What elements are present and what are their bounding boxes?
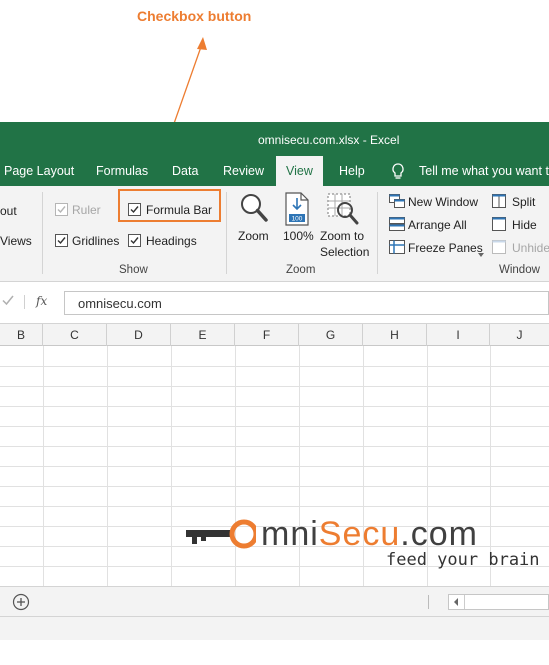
hide-button[interactable]: Hide	[512, 218, 537, 232]
unhide-icon[interactable]	[492, 240, 506, 257]
split-button[interactable]: Split	[512, 195, 535, 209]
zoom-to-selection-line1[interactable]: Zoom to	[320, 229, 364, 243]
new-window-icon[interactable]	[389, 194, 405, 211]
brand-part-2: Secu	[318, 515, 401, 553]
tab-review[interactable]: Review	[223, 156, 264, 186]
chevron-down-icon[interactable]	[478, 246, 484, 260]
column-header[interactable]: B	[0, 324, 43, 346]
tab-page-layout[interactable]: Page Layout	[4, 156, 74, 186]
column-header[interactable]: F	[235, 324, 299, 346]
zoom-100-icon[interactable]: 100	[283, 192, 311, 229]
watermark-tagline: feed your brain	[386, 550, 540, 570]
tab-formulas[interactable]: Formulas	[96, 156, 148, 186]
page-layout-view-button[interactable]: out	[0, 204, 17, 218]
ruler-checkbox[interactable]	[55, 203, 68, 216]
group-separator	[226, 192, 227, 274]
hide-icon[interactable]	[492, 217, 506, 234]
show-group-label: Show	[119, 264, 148, 276]
zoom-to-selection-icon[interactable]	[327, 192, 359, 229]
insert-function-icon[interactable]: fx	[36, 294, 47, 308]
freeze-panes-icon[interactable]	[389, 240, 405, 257]
tab-view[interactable]: View	[276, 156, 323, 186]
column-headers: B C D E F G H I J	[0, 324, 549, 346]
column-header[interactable]: C	[43, 324, 107, 346]
window-group-label: Window	[499, 264, 540, 276]
column-header[interactable]: J	[490, 324, 549, 346]
unhide-button[interactable]: Unhide	[512, 241, 549, 255]
zoom-magnifier-icon[interactable]	[239, 192, 269, 227]
tab-data[interactable]: Data	[172, 156, 198, 186]
formula-divider	[24, 295, 25, 309]
group-separator	[377, 192, 378, 274]
svg-text:100: 100	[292, 216, 303, 223]
tab-help[interactable]: Help	[339, 156, 365, 186]
scroll-left-icon[interactable]	[449, 595, 463, 609]
custom-views-button[interactable]: Views	[0, 234, 32, 248]
column-header[interactable]: H	[363, 324, 427, 346]
headings-label: Headings	[146, 234, 197, 248]
arrange-all-button[interactable]: Arrange All	[408, 218, 467, 232]
window-title: omnisecu.com.xlsx - Excel	[258, 133, 400, 147]
brand-part-3: .com	[400, 515, 478, 553]
gridlines-checkbox[interactable]	[55, 234, 68, 247]
group-separator	[42, 192, 43, 274]
formula-bar: fx omnisecu.com	[0, 282, 549, 324]
status-bar	[0, 616, 549, 640]
sheet-tabs-bar	[0, 586, 549, 616]
zoom-button[interactable]: Zoom	[238, 229, 269, 243]
new-window-button[interactable]: New Window	[408, 195, 478, 209]
brand-part-1: mni	[261, 515, 319, 553]
tabs-splitter[interactable]	[428, 595, 429, 609]
zoom-group-label: Zoom	[286, 264, 316, 276]
headings-checkbox[interactable]	[128, 234, 141, 247]
page-margin	[0, 640, 549, 665]
title-bar: omnisecu.com.xlsx - Excel	[0, 122, 549, 156]
ruler-label: Ruler	[72, 203, 101, 217]
gridlines-label: Gridlines	[72, 234, 120, 248]
arrange-all-icon[interactable]	[389, 217, 405, 234]
zoom-to-selection-line2[interactable]: Selection	[320, 245, 369, 259]
tell-me-search[interactable]: Tell me what you want to	[419, 156, 549, 186]
freeze-panes-button[interactable]: Freeze Panes	[408, 241, 483, 255]
annotation-highlight-box	[118, 189, 221, 222]
column-header[interactable]: G	[299, 324, 363, 346]
annotation-label: Checkbox button	[137, 8, 252, 24]
column-header[interactable]: E	[171, 324, 235, 346]
enter-checkmark-icon[interactable]	[2, 294, 14, 309]
horizontal-scrollbar[interactable]	[448, 594, 549, 610]
lightbulb-icon	[391, 163, 405, 183]
add-sheet-icon[interactable]	[12, 593, 30, 614]
column-header[interactable]: I	[427, 324, 490, 346]
column-header[interactable]: D	[107, 324, 171, 346]
watermark-brand: mniSecu.com	[235, 515, 478, 554]
zoom-100-button[interactable]: 100%	[283, 229, 314, 243]
formula-value: omnisecu.com	[78, 296, 162, 311]
split-icon[interactable]	[492, 194, 506, 211]
ribbon-tabs: Page Layout Formulas Data Review View He…	[0, 156, 549, 186]
ribbon: out Views Ruler Formula Bar Gridlines He…	[0, 186, 549, 282]
